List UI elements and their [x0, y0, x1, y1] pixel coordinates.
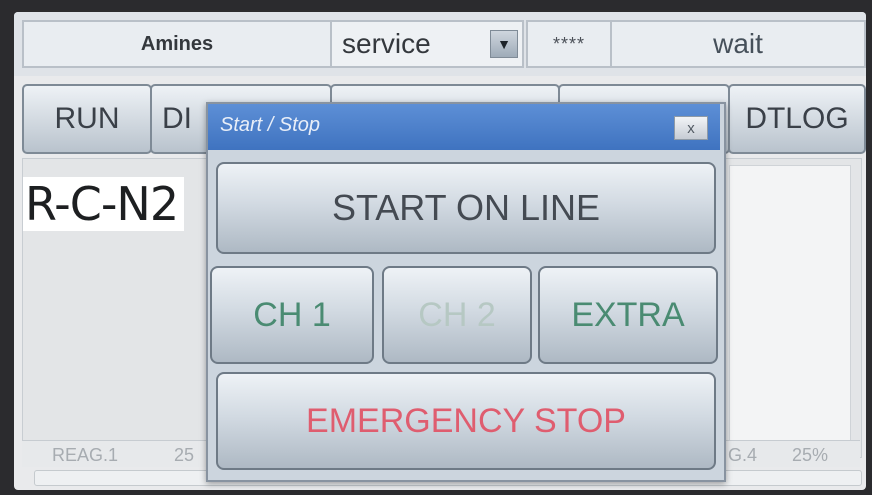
- ch2-button[interactable]: CH 2: [382, 266, 532, 364]
- mode-select[interactable]: service ▼: [330, 20, 524, 68]
- right-pane: [729, 165, 851, 447]
- tab-run[interactable]: RUN: [22, 84, 152, 154]
- dialog-title-bar: Start / Stop x: [208, 104, 720, 150]
- password-field[interactable]: ****: [526, 20, 612, 68]
- status-text: wait: [713, 28, 763, 59]
- emergency-stop-label: EMERGENCY STOP: [306, 401, 626, 440]
- start-online-button[interactable]: START ON LINE: [216, 162, 716, 254]
- reag4-value: 25%: [792, 445, 829, 465]
- chevron-down-icon: ▼: [497, 36, 511, 52]
- extra-button[interactable]: EXTRA: [538, 266, 718, 364]
- emergency-stop-button[interactable]: EMERGENCY STOP: [216, 372, 716, 470]
- start-stop-dialog: Start / Stop x START ON LINE CH 1 CH 2 E…: [206, 102, 726, 482]
- password-mask: ****: [552, 33, 586, 54]
- tab-run-label: RUN: [54, 102, 120, 135]
- mode-value: service: [342, 28, 431, 59]
- ch2-label: CH 2: [418, 295, 496, 334]
- unit-id: R-C-N2: [23, 177, 185, 231]
- extra-label: EXTRA: [571, 295, 685, 334]
- status-display: wait: [610, 20, 866, 68]
- reag1-value: 25: [174, 445, 195, 465]
- mode-dropdown-button[interactable]: ▼: [490, 30, 518, 58]
- app-name: Amines: [22, 20, 332, 68]
- hmi-screen: Amines service ▼ **** wait RUN DI DTLOG …: [14, 12, 866, 490]
- ch1-label: CH 1: [253, 295, 331, 334]
- ch1-button[interactable]: CH 1: [210, 266, 374, 364]
- start-online-label: START ON LINE: [331, 187, 601, 228]
- tab-dtlog-label: DTLOG: [745, 102, 849, 135]
- tab-dtlog[interactable]: DTLOG: [728, 84, 866, 154]
- app-name-text: Amines: [140, 32, 214, 55]
- close-icon: x: [687, 119, 695, 137]
- dialog-title: Start / Stop: [220, 114, 321, 136]
- reag1-label: REAG.1: [52, 445, 119, 465]
- close-button[interactable]: x: [674, 116, 708, 140]
- tab-di-label: DI: [162, 102, 192, 135]
- reag4-label: G.4: [728, 445, 758, 465]
- top-status-bar: Amines service ▼ **** wait: [14, 12, 866, 76]
